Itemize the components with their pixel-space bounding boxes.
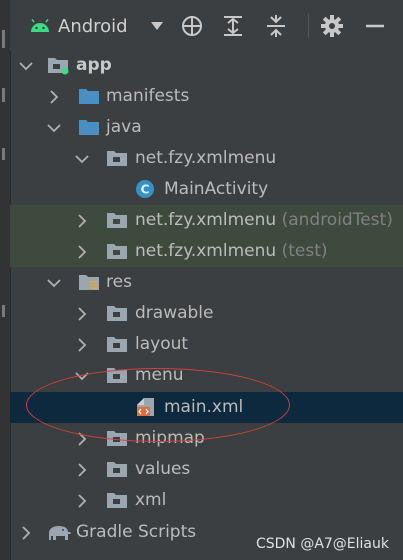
chevron-right-icon[interactable] bbox=[74, 244, 90, 260]
source-set-hint: (androidTest) bbox=[281, 210, 393, 230]
tree-item-label: layout bbox=[135, 334, 189, 354]
gear-icon[interactable] bbox=[319, 13, 345, 39]
tree-item-label: manifests bbox=[106, 86, 190, 106]
package-name: net.fzy.xmlmenu bbox=[135, 241, 277, 261]
package-name: net.fzy.xmlmenu bbox=[135, 210, 277, 230]
chevron-right-icon[interactable] bbox=[46, 89, 62, 105]
chevron-right-icon[interactable] bbox=[74, 431, 90, 447]
tree-item-manifests[interactable]: manifests bbox=[10, 81, 403, 112]
package-icon bbox=[106, 490, 128, 510]
package-icon bbox=[106, 365, 128, 385]
collapse-all-icon[interactable] bbox=[263, 13, 289, 39]
tree-item-menu[interactable]: menu bbox=[10, 360, 403, 391]
strip-marker bbox=[2, 148, 5, 160]
tree-item-package-main[interactable]: net.fzy.xmlmenu bbox=[10, 143, 403, 174]
tree-item-label: net.fzy.xmlmenu bbox=[135, 148, 277, 168]
tree-item-label: mipmap bbox=[135, 428, 205, 448]
svg-text:C: C bbox=[141, 183, 150, 197]
tree-item-drawable[interactable]: drawable bbox=[10, 298, 403, 329]
tree-item-xml[interactable]: xml bbox=[10, 485, 403, 516]
watermark: CSDN @A7@Eliauk bbox=[255, 536, 389, 552]
folder-icon bbox=[78, 117, 100, 137]
project-view-selector[interactable]: Android bbox=[30, 12, 164, 40]
package-icon bbox=[106, 303, 128, 323]
package-icon bbox=[106, 459, 128, 479]
tree-item-package-android-test[interactable]: net.fzy.xmlmenu (androidTest) bbox=[10, 205, 403, 236]
package-icon bbox=[106, 148, 128, 168]
strip-marker bbox=[2, 88, 5, 102]
tree-item-label: main.xml bbox=[164, 397, 244, 417]
chevron-right-icon[interactable] bbox=[74, 213, 90, 229]
toolbar-separator bbox=[308, 14, 309, 38]
package-icon bbox=[106, 241, 128, 261]
gradle-elephant-icon bbox=[46, 522, 72, 542]
module-folder-icon bbox=[47, 55, 69, 75]
tree-item-label: res bbox=[106, 272, 132, 292]
tree-item-values[interactable]: values bbox=[10, 454, 403, 485]
tree-item-label: java bbox=[106, 117, 142, 137]
tree-item-app[interactable]: app bbox=[10, 50, 403, 81]
tree-item-label: net.fzy.xmlmenu (test) bbox=[135, 241, 328, 261]
tree-item-layout[interactable]: layout bbox=[10, 329, 403, 360]
project-tree: app manifests java net.fzy.xmlmenu C Mai… bbox=[10, 50, 403, 560]
source-set-hint: (test) bbox=[281, 241, 328, 261]
resources-folder-icon bbox=[78, 272, 100, 292]
minimize-icon[interactable] bbox=[362, 13, 388, 39]
class-icon: C bbox=[134, 179, 156, 199]
expand-all-icon[interactable] bbox=[220, 13, 246, 39]
package-icon bbox=[106, 210, 128, 230]
tree-item-main-xml[interactable]: main.xml bbox=[10, 392, 403, 423]
tree-item-package-test[interactable]: net.fzy.xmlmenu (test) bbox=[10, 236, 403, 267]
dropdown-arrow-icon[interactable] bbox=[150, 21, 164, 31]
tree-item-java[interactable]: java bbox=[10, 112, 403, 143]
package-icon bbox=[106, 334, 128, 354]
strip-marker bbox=[2, 30, 5, 48]
chevron-down-icon[interactable] bbox=[18, 58, 34, 74]
tree-item-res[interactable]: res bbox=[10, 267, 403, 298]
tree-item-label: xml bbox=[135, 490, 167, 510]
xml-file-icon bbox=[134, 397, 156, 417]
tree-item-label: app bbox=[76, 55, 112, 75]
chevron-right-icon[interactable] bbox=[74, 337, 90, 353]
project-view-label: Android bbox=[58, 15, 128, 37]
chevron-right-icon[interactable] bbox=[18, 525, 34, 541]
chevron-down-icon[interactable] bbox=[74, 151, 90, 167]
tree-item-main-activity[interactable]: C MainActivity bbox=[10, 174, 403, 205]
tree-item-label: values bbox=[135, 459, 191, 479]
chevron-down-icon[interactable] bbox=[46, 120, 62, 136]
locate-icon[interactable] bbox=[179, 13, 205, 39]
tree-item-label: net.fzy.xmlmenu (androidTest) bbox=[135, 210, 393, 230]
tree-item-mipmap[interactable]: mipmap bbox=[10, 423, 403, 454]
package-icon bbox=[106, 428, 128, 448]
project-toolbar: Android bbox=[10, 0, 403, 50]
chevron-right-icon[interactable] bbox=[74, 462, 90, 478]
tree-item-label: MainActivity bbox=[164, 179, 269, 199]
folder-icon bbox=[78, 86, 100, 106]
android-icon bbox=[30, 19, 50, 33]
tree-item-label: Gradle Scripts bbox=[76, 522, 197, 542]
tree-item-label: drawable bbox=[135, 303, 214, 323]
chevron-down-icon[interactable] bbox=[46, 275, 62, 291]
chevron-right-icon[interactable] bbox=[74, 493, 90, 509]
strip-marker bbox=[2, 305, 5, 317]
chevron-right-icon[interactable] bbox=[74, 306, 90, 322]
chevron-down-icon[interactable] bbox=[74, 368, 90, 384]
tree-item-label: menu bbox=[135, 365, 184, 385]
